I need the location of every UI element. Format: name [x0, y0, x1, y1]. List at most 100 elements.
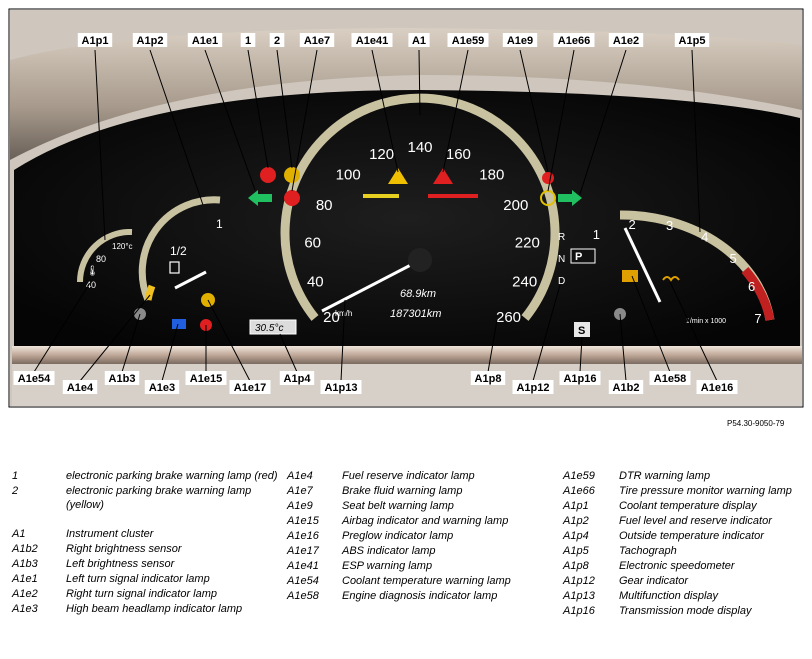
speed-tick-label: 40 [307, 273, 324, 290]
legend-item: A1p12 Gear indicator [563, 575, 689, 587]
gear-d: D [558, 276, 565, 287]
legend-item: A1b2 Right brightness sensor [12, 542, 182, 555]
callout-label-a1p1: A1p1 [82, 35, 109, 47]
tach-tick-label: 5 [729, 251, 736, 266]
legend-item: A1e1 Left turn signal indicator lamp [12, 572, 210, 585]
callout-label-a1e1: A1e1 [192, 35, 218, 47]
trip-display: 68.9km [400, 288, 436, 300]
transmission-mode-display: S [578, 325, 585, 337]
parking-brake-yellow-icon [284, 167, 300, 183]
legend-item: A1e16 Preglow indicator lamp [287, 530, 454, 542]
legend-item: A1p5 Tachograph [563, 545, 677, 557]
legend-item: A1p2 Fuel level and reserve indicator [563, 515, 772, 527]
legend-item: A1e3 High beam headlamp indicator lamp [12, 602, 243, 615]
legend-column-1: 1 electronic parking brake warning lamp (… [12, 470, 282, 618]
fuel-tick-half: 1/2 [170, 244, 187, 258]
legend-item: A1e9 Seat belt warning lamp [287, 500, 454, 512]
speed-tick-label: 180 [479, 166, 504, 183]
speed-tick-label: 200 [503, 197, 528, 214]
callout-label-a1p5: A1p5 [679, 35, 706, 47]
gear-p: P [575, 251, 582, 263]
tach-tick-label: 4 [701, 230, 708, 245]
speed-tick-label: 140 [407, 139, 432, 156]
speedometer-hub [408, 248, 432, 272]
legend-item: A1p4 Outside temperature indicator [563, 530, 764, 542]
callout-label-a1e59: A1e59 [452, 35, 484, 47]
legend-item: A1e2 Right turn signal indicator lamp [12, 587, 218, 600]
callout-label-a1: A1 [412, 35, 426, 47]
engine-diagnosis-icon [622, 270, 638, 282]
tach-unit: 1/min x 1000 [686, 318, 726, 325]
legend-item: A1e17 ABS indicator lamp [287, 545, 436, 557]
callout-label-a1e54: A1e54 [18, 373, 51, 385]
callout-label-a1p13: A1p13 [324, 382, 357, 394]
callout-label-n2: 2 [274, 35, 280, 47]
legend-item: A1e59 DTR warning lamp [563, 470, 711, 482]
legend-item: A1e7 Brake fluid warning lamp [287, 485, 463, 497]
legend-item: A1e41 ESP warning lamp [287, 560, 433, 572]
odometer-display: 187301km [390, 308, 441, 320]
tach-tick-label: 2 [628, 217, 635, 232]
tach-tick-label: 3 [666, 218, 673, 233]
legend-item: 2 electronic parking brake warning lamp (… [12, 485, 252, 511]
tach-tick-label: 6 [748, 279, 755, 294]
coolant-tick-80: 80 [96, 254, 106, 264]
speed-tick-label: 80 [316, 197, 333, 214]
legend-item: A1p13 Multifunction display [563, 590, 719, 602]
legend-item: A1p16 Transmission mode display [563, 605, 752, 617]
callout-label-a1e17: A1e17 [234, 382, 266, 394]
tach-tick-label: 7 [754, 311, 761, 326]
callout-label-a1p16: A1p16 [563, 373, 596, 385]
callout-label-a1e41: A1e41 [356, 35, 388, 47]
callout-label-a1e66: A1e66 [558, 35, 590, 47]
legend-item: A1 Instrument cluster [12, 527, 154, 540]
callout-label-a1p8: A1p8 [475, 373, 502, 385]
callout-label-a1p2: A1p2 [137, 35, 164, 47]
legend-item: A1p8 Electronic speedometer [563, 560, 735, 572]
speed-tick-label: 160 [446, 146, 471, 163]
high-beam-icon [172, 319, 186, 329]
gear-n: N [558, 254, 565, 265]
coolant-tick-120: 120°c [112, 242, 133, 251]
speed-tick-label: 260 [496, 309, 521, 326]
callout-label-a1e9: A1e9 [507, 35, 533, 47]
figure-reference: P54.30-9050-79 [727, 419, 785, 428]
speed-tick-label: 120 [369, 146, 394, 163]
outside-temp-display: 30.5°c [255, 323, 283, 334]
speed-tick-label: 60 [304, 235, 321, 252]
callout-label-a1b3: A1b3 [109, 373, 136, 385]
callout-label-n1: 1 [245, 35, 251, 47]
legend-item: 1 electronic parking brake warning lamp (… [12, 470, 278, 482]
callout-label-a1e2: A1e2 [613, 35, 639, 47]
legend-column-2: A1e4 Fuel reserve indicator lamp A1e7 Brak… [287, 470, 552, 605]
callout-label-a1e7: A1e7 [304, 35, 330, 47]
callout-label-a1e15: A1e15 [190, 373, 222, 385]
callout-label-a1e16: A1e16 [701, 382, 733, 394]
callout-label-a1b2: A1b2 [613, 382, 640, 394]
fuel-tick-full: 1 [216, 217, 223, 231]
speed-tick-label: 100 [336, 166, 361, 183]
coolant-tick-40: 40 [86, 280, 96, 290]
dtr-bar [428, 194, 478, 198]
speed-tick-label: 240 [512, 273, 537, 290]
legend-item: A1e58 Engine diagnosis indicator lamp [287, 590, 498, 602]
callout-label-a1p4: A1p4 [284, 373, 312, 385]
esp-bar-left [363, 194, 399, 198]
callout-label-a1e3: A1e3 [149, 382, 175, 394]
tach-tick-label: 1 [593, 227, 600, 242]
legend-item: A1e54 Coolant temperature warning lamp [287, 575, 511, 587]
legend-item: A1e66 Tire pressure monitor warning lamp [563, 485, 792, 497]
speed-unit: km/h [335, 309, 352, 318]
callout-label-a1p12: A1p12 [516, 382, 549, 394]
seat-belt-icon [542, 172, 554, 184]
gear-r: R [558, 232, 565, 243]
parking-brake-red-icon [260, 167, 276, 183]
callout-label-a1e58: A1e58 [654, 373, 686, 385]
speed-tick-label: 220 [515, 235, 540, 252]
coolant-icon: 🌡 [86, 265, 99, 277]
legend-column-3: A1e59 DTR warning lamp A1e66 Tire pressure… [563, 470, 803, 620]
legend-item: A1e15 Airbag indicator and warning lamp [287, 515, 509, 527]
legend-item: A1p1 Coolant temperature display [563, 500, 757, 512]
callout-label-a1e4: A1e4 [67, 382, 94, 394]
legend-item: A1e4 Fuel reserve indicator lamp [287, 470, 475, 482]
